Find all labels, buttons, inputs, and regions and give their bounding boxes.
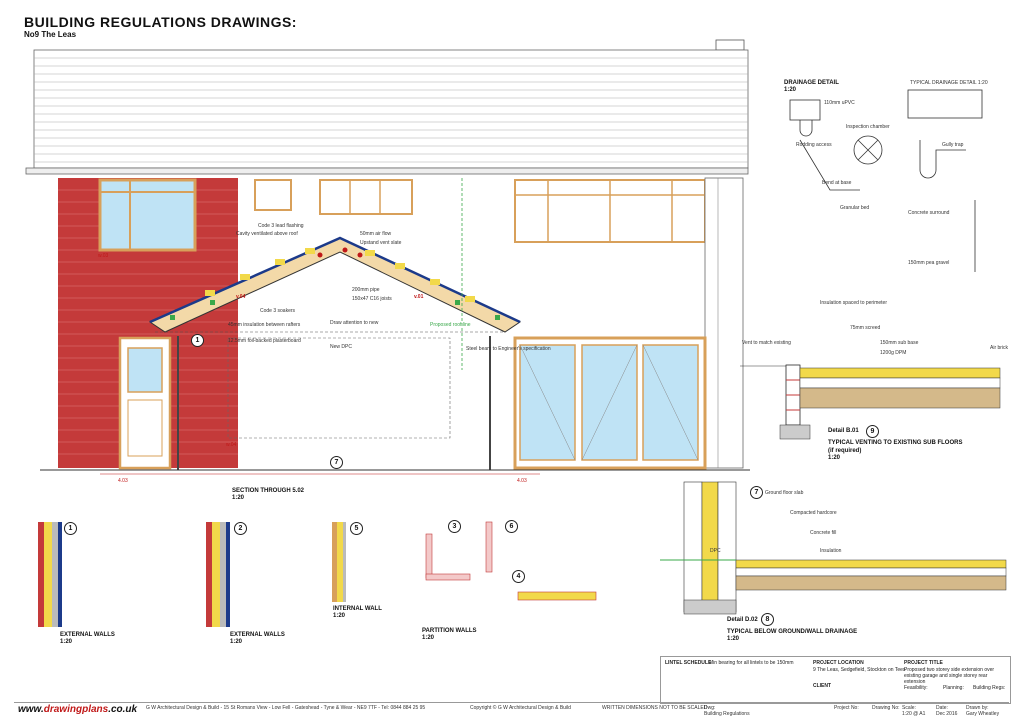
b01-label: Detail B.01 bbox=[828, 428, 859, 434]
logo-suffix: .co.uk bbox=[108, 704, 138, 715]
vent-tag-left: v.04 bbox=[236, 294, 246, 300]
footer-company: G W Architectural Design & Build - 15 St… bbox=[146, 705, 426, 711]
note-lead: Code 3 lead flashing bbox=[258, 223, 304, 229]
b01-note-3: Vent to match existing bbox=[742, 340, 791, 346]
drain-note-6: Granular bed bbox=[840, 205, 870, 211]
drainage-sketches bbox=[789, 89, 983, 272]
wall-tag-right: w.04 bbox=[226, 442, 237, 448]
wall-title-3: PARTITION WALLS bbox=[422, 628, 477, 634]
note-dpc: New DPC bbox=[330, 344, 352, 350]
dim-right: 4.03 bbox=[517, 478, 527, 484]
note-roof-line: Proposed roof line bbox=[430, 322, 471, 328]
feasibility-label: Feasibility: bbox=[904, 685, 928, 691]
vent-tag-right: v.01 bbox=[414, 294, 424, 300]
note-pipe: 200mm pipe bbox=[352, 287, 380, 293]
section-badge: 7 bbox=[330, 456, 343, 469]
note-vent-slate: Upstand vent slate bbox=[360, 240, 402, 246]
b01-note-1: Insulation spaced to perimeter bbox=[820, 300, 887, 306]
d02-note-3: Concrete fill bbox=[810, 530, 837, 536]
footer-copyright: Copyright © G W Architectural Design & B… bbox=[470, 705, 571, 711]
wall-badge-6: 6 bbox=[505, 520, 518, 533]
wall-tag-left: w.03 bbox=[98, 253, 109, 259]
note-beam: Steel beam to Engineer's specification bbox=[466, 346, 551, 352]
section-scale: 1:20 bbox=[232, 495, 245, 501]
dim-left: 4.03 bbox=[118, 478, 128, 484]
dwg-value: Building Regulations bbox=[704, 711, 750, 717]
wall-badge-3: 3 bbox=[448, 520, 461, 533]
d02-note-5: Insulation bbox=[820, 548, 842, 554]
building-regs-label: Building Regs: bbox=[973, 685, 1006, 691]
footer-warning: WRITTEN DIMENSIONS NOT TO BE SCALED bbox=[602, 705, 708, 711]
b01-title-2: (if required) bbox=[828, 448, 862, 454]
drain-note-5: Gully trap bbox=[942, 142, 964, 148]
project-title: Proposed two storey side extension over … bbox=[904, 667, 995, 685]
note-attention: Draw attention to new bbox=[330, 320, 379, 326]
date-value: Dec 2016 bbox=[936, 711, 958, 717]
note-plasterboard: 12.5mm foil-backed plasterboard bbox=[228, 338, 301, 344]
d02-note-4: DPC bbox=[710, 548, 721, 554]
d02-badge-top: 7 bbox=[750, 486, 763, 499]
logo-main: drawingplans bbox=[43, 704, 109, 715]
footer-strip: G W Architectural Design & Build - 15 St… bbox=[14, 702, 1009, 719]
note-soakers: Code 3 soakers bbox=[260, 308, 296, 314]
b01-badge: 9 bbox=[866, 425, 879, 438]
project-location-label: PROJECT LOCATION bbox=[813, 660, 864, 666]
drainage-title: DRAINAGE DETAIL bbox=[784, 80, 839, 86]
d02-label: Detail D.02 bbox=[727, 617, 758, 623]
company-logo: www.drawingplans.co.uk bbox=[18, 704, 137, 715]
drainage-typical-label: TYPICAL DRAINAGE DETAIL 1:20 bbox=[910, 80, 988, 86]
d02-note-2: Compacted hardcore bbox=[790, 510, 837, 516]
drainage-scale: 1:20 bbox=[784, 87, 797, 93]
lintel-note: Min bearing for all lintels to be 150mm bbox=[709, 660, 794, 666]
d02-title: TYPICAL BELOW GROUND/WALL DRAINAGE bbox=[727, 629, 858, 635]
drain-note-2: Rodding access bbox=[796, 142, 832, 148]
wall-scale-5: 1:20 bbox=[333, 613, 346, 619]
wall-title-2: EXTERNAL WALLS bbox=[230, 632, 285, 638]
drain-note-3: Inspection chamber bbox=[846, 124, 890, 130]
wall-title-1: EXTERNAL WALLS bbox=[60, 632, 115, 638]
wall-badge-2: 2 bbox=[234, 522, 247, 535]
note-joists: 150x47 C16 joists bbox=[352, 296, 392, 302]
project-location: 9 The Leas, Sedgefield, Stockton on Tees bbox=[813, 667, 906, 673]
planning-label: Planning: bbox=[943, 685, 964, 691]
d02-scale: 1:20 bbox=[727, 636, 740, 642]
wall-badge-1: 1 bbox=[64, 522, 77, 535]
upper-windows bbox=[98, 178, 706, 252]
d02-badge: 8 bbox=[761, 613, 774, 626]
project-no-label: Project No: bbox=[834, 705, 859, 711]
logo-prefix: www. bbox=[18, 704, 44, 715]
note-cavity: Cavity ventilated above roof bbox=[236, 231, 298, 237]
drain-note-4: Bend at base bbox=[822, 180, 852, 186]
note-insulation: 45mm insulation between rafters bbox=[228, 322, 301, 328]
drawing-no-label: Drawing No: bbox=[872, 705, 900, 711]
drain-note-8: 150mm pea gravel bbox=[908, 260, 950, 266]
client-label: CLIENT bbox=[813, 683, 832, 689]
title-block: LINTEL SCHEDULE Min bearing for all lint… bbox=[660, 656, 1011, 704]
note-airflow: 50mm air flow bbox=[360, 231, 392, 237]
drain-note-7: Concrete surround bbox=[908, 210, 950, 216]
wall-scale-2: 1:20 bbox=[230, 639, 243, 645]
d02-note-1: Ground floor slab bbox=[765, 490, 804, 496]
roof-badge: 1 bbox=[191, 334, 204, 347]
b01-note-4: 150mm sub base bbox=[880, 340, 919, 346]
project-title-label: PROJECT TITLE bbox=[904, 660, 943, 666]
wall-title-5: INTERNAL WALL bbox=[333, 606, 382, 612]
wall-badge-5: 5 bbox=[350, 522, 363, 535]
wall-scale-3: 1:20 bbox=[422, 635, 435, 641]
b01-note-5: 1200g DPM bbox=[880, 350, 907, 356]
wall-scale-1: 1:20 bbox=[60, 639, 73, 645]
drain-note-1: 110mm uPVC bbox=[824, 100, 855, 106]
lintel-title: LINTEL SCHEDULE bbox=[665, 660, 712, 666]
b01-scale: 1:20 bbox=[828, 455, 841, 461]
elevation-section-drawing bbox=[25, 39, 1007, 627]
b01-note-6: Air brick bbox=[990, 345, 1009, 351]
b01-title-1: TYPICAL VENTING TO EXISTING SUB FLOORS bbox=[828, 440, 963, 446]
section-title: SECTION THROUGH 5.02 bbox=[232, 488, 305, 494]
scale-value: 1:20 @ A1 bbox=[902, 711, 926, 717]
wall-badge-4: 4 bbox=[512, 570, 525, 583]
drawn-value: Gary Wheatley bbox=[966, 711, 1000, 717]
drawing-sheet: BUILDING REGULATIONS DRAWINGS: No9 The L… bbox=[0, 0, 1023, 723]
b01-note-2: 75mm screed bbox=[850, 325, 881, 331]
